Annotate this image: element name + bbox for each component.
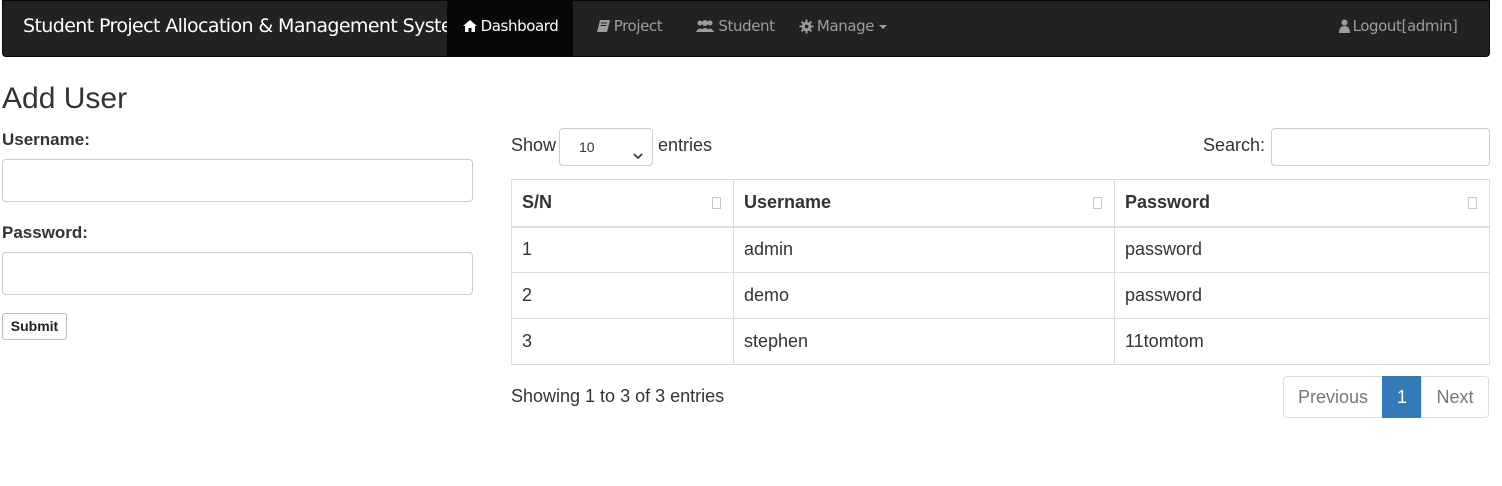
table-header-row: S/N Username Password [511,179,1490,228]
users-icon [695,19,715,33]
user-icon [1338,19,1350,33]
table-row: 3 stephen 11tomtom [511,318,1490,365]
cell-password: password [1114,272,1490,319]
table-row: 1 admin password [511,226,1490,273]
users-table: S/N Username Password 1 admin password 2… [511,179,1490,365]
cell-username: admin [733,226,1115,273]
home-icon [462,19,478,33]
logout-label: Logout[admin] [1352,17,1458,35]
cell-sn: 1 [511,226,734,273]
nav-student-label: Student [718,17,775,35]
column-header-password[interactable]: Password [1114,179,1490,228]
pagination: Previous 1 Next [1283,376,1489,418]
entries-length-value: 10 [579,139,595,155]
column-header-label: Username [744,192,832,213]
gear-icon [799,18,814,34]
search-label: Search: [1203,135,1266,155]
cell-sn: 3 [511,318,734,365]
nav-project-label: Project [613,17,663,35]
column-header-label: Password [1125,192,1211,213]
cell-username: demo [733,272,1115,319]
password-label: Password: [2,223,88,242]
nav-item-dashboard[interactable]: Dashboard [447,1,573,57]
column-header-label: S/N [522,192,553,213]
table-info: Showing 1 to 3 of 3 entries [511,386,725,406]
username-input[interactable] [2,159,473,202]
password-input[interactable] [2,252,473,295]
cell-password: 11tomtom [1114,318,1490,365]
caret-down-icon [879,25,888,29]
previous-page-button[interactable]: Previous [1283,376,1383,418]
nav-item-student[interactable]: Student [685,1,785,57]
book-icon [596,19,611,33]
nav-dashboard-label: Dashboard [480,17,559,35]
column-header-username[interactable]: Username [733,179,1115,228]
entries-label: entries [658,135,713,155]
cell-password: password [1114,226,1490,273]
show-label: Show [511,135,557,155]
username-label: Username: [2,130,90,149]
nav-item-manage[interactable]: Manage [793,1,893,57]
submit-button[interactable]: Submit [2,313,67,340]
page-1-button[interactable]: 1 [1382,376,1422,418]
logout-link[interactable]: Logout[admin] [1333,1,1463,57]
brand-title[interactable]: Student Project Allocation & Management … [23,1,470,51]
page-title: Add User [2,82,128,115]
table-row: 2 demo password [511,272,1490,319]
search-input[interactable] [1271,128,1490,166]
nav-manage-label: Manage [816,17,875,35]
next-page-button[interactable]: Next [1421,376,1489,418]
sort-icon [1468,197,1477,209]
cell-username: stephen [733,318,1115,365]
nav-item-project[interactable]: Project [583,1,675,57]
chevron-down-icon [632,140,644,176]
entries-length-select[interactable]: 10 [559,128,653,166]
column-header-sn[interactable]: S/N [511,179,734,228]
top-navbar: Student Project Allocation & Management … [2,0,1490,57]
sort-icon [712,197,721,209]
sort-icon [1093,197,1102,209]
cell-sn: 2 [511,272,734,319]
